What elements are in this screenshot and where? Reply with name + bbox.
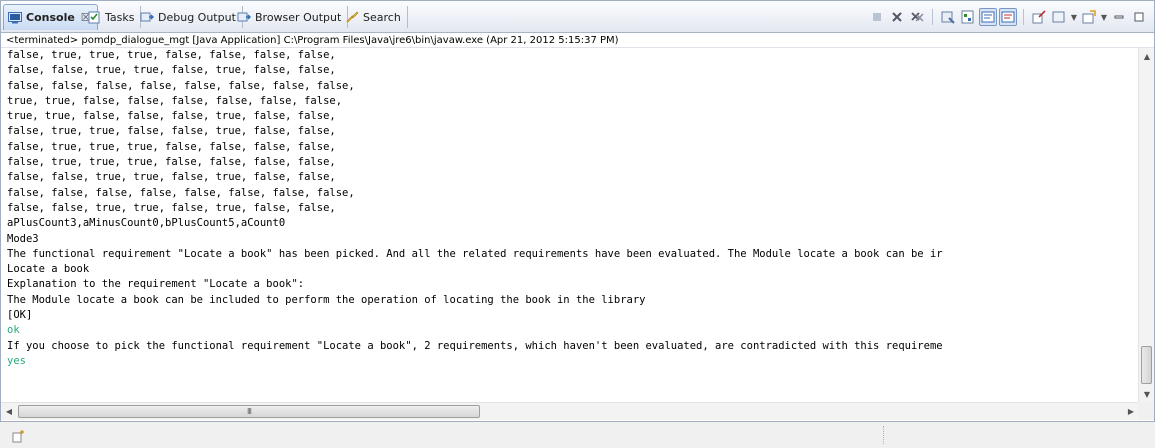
horizontal-scroll-thumb[interactable]: III [18, 405, 480, 418]
tab-search[interactable]: Search [341, 6, 408, 28]
terminate-icon[interactable] [868, 8, 886, 26]
toolbar-separator [1023, 9, 1024, 25]
console-input-line: ok [7, 324, 20, 337]
view-tab-bar: Console ☒ Tasks Debug Output Browser Out… [1, 1, 1154, 33]
console-output-line: false, true, true, true, false, false, f… [7, 140, 336, 153]
console-output-line: true, true, false, false, false, false, … [7, 94, 343, 107]
console-input-line: yes [7, 354, 26, 367]
tab-label: Debug Output [158, 10, 236, 24]
scrollbar-corner [1138, 402, 1154, 420]
console-output-line: Explanation to the requirement "Locate a… [7, 278, 305, 291]
console-output-line: false, false, true, true, false, true, f… [7, 64, 336, 77]
console-output-line: false, true, true, false, false, true, f… [7, 125, 336, 138]
console-icon [8, 11, 22, 25]
console-toolbar: ▼ ▼ [868, 7, 1148, 27]
tab-browser-output[interactable]: Browser Output [233, 6, 349, 28]
console-output-line: false, false, false, false, false, false… [7, 79, 355, 92]
tab-label: Search [363, 10, 401, 24]
console-output-line: true, true, false, false, false, true, f… [7, 110, 336, 123]
console-view: Console ☒ Tasks Debug Output Browser Out… [0, 0, 1155, 422]
console-output-line: The Module locate a book can be included… [7, 293, 646, 306]
tab-debug-output[interactable]: Debug Output [136, 6, 243, 28]
show-on-stdout-icon[interactable] [979, 8, 997, 26]
show-on-stderr-icon[interactable] [999, 8, 1017, 26]
tab-tasks[interactable]: Tasks [83, 6, 142, 28]
tasks-icon [87, 10, 101, 24]
vertical-scrollbar[interactable]: ▲ ▼ [1138, 48, 1154, 402]
debug-output-icon [140, 10, 154, 24]
scroll-up-icon[interactable]: ▲ [1139, 48, 1155, 64]
console-output-line: false, false, false, false, false, false… [7, 186, 355, 199]
console-output-line: aPlusCount3,aMinusCount0,bPlusCount5,aCo… [7, 217, 286, 230]
pin-console-icon[interactable] [1030, 8, 1048, 26]
console-output-line: false, true, true, true, false, false, f… [7, 49, 336, 61]
console-output-line: Locate a book [7, 263, 90, 276]
scroll-left-icon[interactable]: ◀ [1, 403, 17, 420]
console-output-line: [OK] [7, 309, 33, 322]
clear-console-icon[interactable] [939, 8, 957, 26]
vertical-scroll-thumb[interactable] [1141, 346, 1152, 384]
console-output-line: false, true, true, true, false, false, f… [7, 156, 336, 169]
fast-view-icon[interactable] [12, 428, 26, 443]
console-output-line: Mode3 [7, 232, 39, 245]
remove-all-terminated-icon[interactable] [908, 8, 926, 26]
remove-launch-icon[interactable] [888, 8, 906, 26]
tab-label: Tasks [105, 10, 135, 24]
search-icon [345, 10, 359, 24]
display-selected-console-icon[interactable] [1050, 8, 1068, 26]
console-output-line: If you choose to pick the functional req… [7, 339, 943, 352]
console-output-line: false, false, true, true, false, true, f… [7, 201, 336, 214]
process-status-line: <terminated> pomdp_dialogue_mgt [Java Ap… [1, 33, 1154, 48]
scroll-grip: III [246, 407, 252, 416]
scroll-lock-icon[interactable] [959, 8, 977, 26]
chevron-down-icon[interactable]: ▼ [1070, 8, 1078, 26]
scroll-down-icon[interactable]: ▼ [1139, 386, 1155, 402]
tab-label: Console [26, 11, 75, 24]
status-bar [0, 422, 1155, 448]
toolbar-separator [932, 9, 933, 25]
console-output-line: false, false, true, true, false, true, f… [7, 171, 336, 184]
tab-label: Browser Output [255, 10, 342, 24]
chevron-down-icon[interactable]: ▼ [1100, 8, 1108, 26]
browser-output-icon [237, 10, 251, 24]
maximize-icon[interactable] [1130, 8, 1148, 26]
horizontal-scrollbar[interactable]: ◀ III ▶ [1, 402, 1139, 420]
console-output-line: The functional requirement "Locate a boo… [7, 247, 943, 260]
status-divider [883, 426, 885, 444]
scroll-right-icon[interactable]: ▶ [1123, 403, 1139, 420]
minimize-icon[interactable] [1110, 8, 1128, 26]
open-console-icon[interactable] [1080, 8, 1098, 26]
console-output[interactable]: false, true, true, true, false, false, f… [1, 48, 1139, 402]
